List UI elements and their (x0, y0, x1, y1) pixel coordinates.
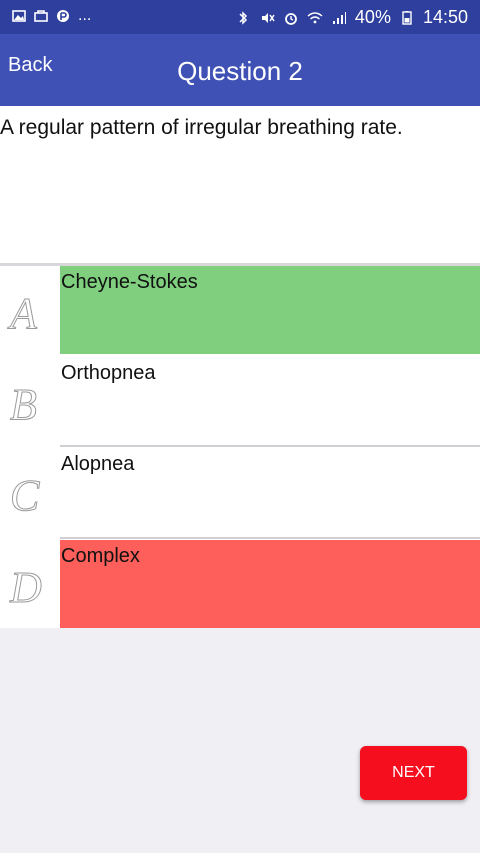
answer-label-c: Alopnea (61, 453, 135, 475)
answer-divider (60, 445, 480, 447)
question-area: A regular pattern of irregular breathing… (0, 106, 480, 263)
wifi-icon (307, 11, 323, 23)
mute-icon (261, 12, 275, 23)
answer-row-c: C Alopnea (0, 448, 480, 536)
answer-row-d: D Complex (0, 540, 480, 628)
status-left: ... (12, 7, 91, 25)
answer-label-a: Cheyne-Stokes (61, 271, 198, 293)
battery-percent: 40% (354, 7, 391, 27)
battery-icon (402, 10, 412, 25)
alarm-icon (285, 12, 297, 25)
answer-option-d[interactable]: Complex (60, 540, 480, 628)
gallery-icon (12, 10, 26, 22)
answer-list: A Cheyne-Stokes B Orthopnea C Alopnea D … (0, 266, 480, 628)
answer-row-a: A Cheyne-Stokes (0, 266, 480, 354)
question-text: A regular pattern of irregular breathing… (0, 116, 403, 139)
status-right: 40% 14:50 (235, 7, 468, 28)
page-title: Question 2 (177, 56, 303, 86)
answer-letter-b: B (10, 380, 38, 430)
bag-icon (34, 10, 48, 22)
bluetooth-icon (239, 10, 247, 25)
answer-letter-a: A (10, 289, 38, 339)
answer-option-c[interactable]: Alopnea (60, 448, 480, 536)
parking-icon (57, 10, 69, 22)
signal-icon (332, 11, 346, 24)
answer-label-b: Orthopnea (61, 362, 156, 384)
app-bar: Back Question 2 (0, 34, 480, 106)
answer-letter-d: D (10, 563, 43, 613)
next-button[interactable]: NEXT (360, 746, 467, 800)
more-indicator: ... (78, 7, 92, 24)
answer-divider (60, 537, 480, 539)
answer-option-a[interactable]: Cheyne-Stokes (60, 266, 480, 354)
status-bar: ... 40% 14:50 (0, 0, 480, 34)
answer-option-b[interactable]: Orthopnea (60, 357, 480, 445)
answer-letter-c: C (10, 471, 40, 521)
answer-label-d: Complex (61, 545, 140, 567)
answer-row-b: B Orthopnea (0, 357, 480, 445)
status-time: 14:50 (422, 7, 468, 27)
